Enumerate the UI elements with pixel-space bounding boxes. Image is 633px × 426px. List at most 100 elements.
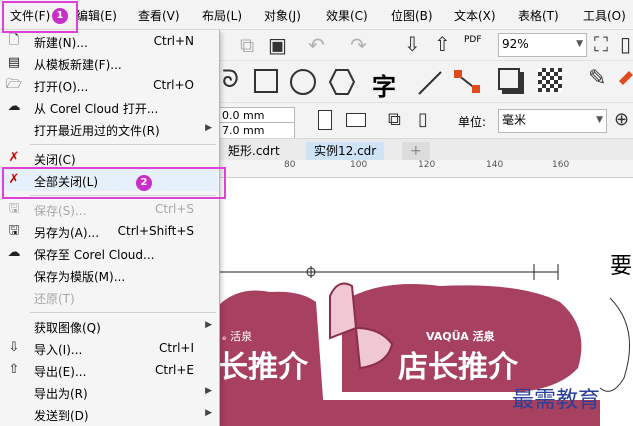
cloud-upload-icon: ☁ — [7, 245, 21, 260]
menu-item-label: 导出为(R) — [34, 387, 88, 401]
menu-item-shortcut: Ctrl+S — [154, 202, 194, 216]
submenu-arrow-icon: ▶ — [205, 386, 212, 396]
menu-item-label: 打开(O)... — [34, 80, 89, 94]
line-tool-icon[interactable] — [416, 69, 444, 97]
menu-object[interactable]: 对象(J) — [264, 7, 301, 24]
copy-icon[interactable]: ⧉ — [240, 35, 254, 55]
menu-item-label: 新建(N)... — [34, 36, 88, 50]
template-icon: ▤ — [7, 55, 21, 70]
menu-bar: 文件(F) 编辑(E) 查看(V) 布局(L) 对象(J) 效果(C) 位图(B… — [0, 0, 633, 30]
close-document-icon: ✗ — [8, 150, 20, 165]
menu-item-close[interactable]: ✗ 关闭(C) — [0, 147, 218, 169]
connector-tool-icon[interactable] — [452, 67, 482, 97]
menu-edit[interactable]: 编辑(E) — [76, 7, 117, 24]
menu-item-send-to[interactable]: 发送到(D) ▶ — [0, 403, 218, 425]
menu-item-import[interactable]: ⇩ 导入(I)... Ctrl+I — [0, 337, 218, 359]
menu-effects[interactable]: 效果(C) — [326, 7, 368, 24]
submenu-arrow-icon: ▶ — [205, 320, 212, 330]
callout-badge-1: 1 — [52, 8, 68, 24]
menu-item-shortcut: Ctrl+N — [153, 34, 194, 48]
menu-item-save[interactable]: 🖫 保存(S)... Ctrl+S — [0, 198, 218, 220]
menu-item-label: 从模板新建(F)... — [34, 58, 122, 72]
menu-item-shortcut: Ctrl+O — [153, 78, 194, 92]
menu-item-revert[interactable]: 还原(T) — [0, 286, 218, 308]
height-field[interactable]: 7.0 mm — [218, 122, 295, 139]
menu-item-label: 获取图像(Q) — [34, 321, 101, 335]
menu-item-save-as[interactable]: 🖫 另存为(A)... Ctrl+Shift+S — [0, 220, 218, 242]
menu-bitmaps[interactable]: 位图(B) — [391, 7, 433, 24]
cloud-download-icon: ☁ — [7, 99, 21, 114]
menu-item-save-cloud[interactable]: ☁ 保存至 Corel Cloud... — [0, 242, 218, 264]
menu-text[interactable]: 文本(X) — [454, 7, 496, 24]
menu-item-export-as[interactable]: 导出为(R) ▶ — [0, 381, 218, 403]
submenu-arrow-icon: ▶ — [205, 123, 212, 133]
menu-tools[interactable]: 工具(O) — [583, 7, 626, 24]
snap-icon[interactable]: ▯ — [620, 34, 631, 54]
chevron-down-icon: ▼ — [596, 115, 603, 125]
menu-item-label: 另存为(A)... — [34, 226, 100, 240]
submenu-arrow-icon: ▶ — [205, 408, 212, 418]
redo-icon[interactable]: ↷ — [350, 35, 367, 55]
menu-item-shortcut: Ctrl+I — [159, 341, 194, 355]
save-icon: 🖫 — [8, 201, 20, 216]
open-folder-icon: 🗁 — [5, 77, 23, 92]
watermark: 最需教育 — [512, 388, 601, 413]
zoom-select[interactable]: 92% ▼ — [498, 33, 587, 57]
ruler-tick: 140 — [486, 160, 504, 170]
chevron-down-icon: ▼ — [576, 39, 583, 49]
all-pages-icon[interactable]: ⧉ — [388, 110, 401, 130]
menu-item-open-recent[interactable]: 打开最近用过的文件(R) ▶ — [0, 118, 218, 140]
undo-icon[interactable]: ↶ — [308, 35, 325, 55]
text-tool-icon[interactable]: 字 — [372, 67, 396, 102]
menu-item-open-cloud[interactable]: ☁ 从 Corel Cloud 打开... — [0, 96, 218, 118]
menu-item-shortcut: Ctrl+Shift+S — [117, 224, 194, 238]
menu-item-save-as-template[interactable]: 保存为模版(M)... — [0, 264, 218, 286]
current-page-icon[interactable]: ▯ — [418, 110, 428, 130]
new-document-icon: 🗋 — [8, 33, 20, 48]
menu-item-export[interactable]: ⇧ 导出(E)... Ctrl+E — [0, 359, 218, 381]
landscape-icon[interactable] — [346, 113, 366, 127]
menu-layout[interactable]: 布局(L) — [202, 7, 242, 24]
menu-view[interactable]: 查看(V) — [138, 7, 180, 24]
nudge-icon[interactable]: ⊕ — [614, 110, 629, 130]
menu-table[interactable]: 表格(T) — [518, 7, 559, 24]
menu-item-label: 保存(S)... — [34, 204, 87, 218]
eyedropper-icon[interactable]: ✎ — [588, 68, 606, 90]
ruler-tick: 160 — [552, 160, 570, 170]
ellipse-tool-icon[interactable] — [290, 69, 316, 95]
drop-shadow-icon[interactable] — [498, 68, 520, 90]
menu-item-new-from-template[interactable]: ▤ 从模板新建(F)... — [0, 52, 218, 74]
import-icon[interactable]: ⇩ — [404, 34, 421, 54]
ruler-tick: 100 — [350, 160, 368, 170]
transparency-icon[interactable] — [538, 68, 562, 92]
portrait-icon[interactable] — [318, 110, 332, 130]
menu-separator — [30, 312, 216, 313]
headline-left: 长推介 — [218, 350, 308, 385]
polygon-tool-icon[interactable] — [328, 68, 356, 96]
zoom-value: 92% — [502, 37, 529, 51]
menu-item-label: 从 Corel Cloud 打开... — [34, 102, 159, 116]
freehand-icon[interactable]: ᘐ — [222, 67, 239, 91]
import-icon: ⇩ — [8, 340, 20, 355]
tab-rectangle-cdrt[interactable]: 矩形.cdrt — [220, 142, 288, 161]
export-icon[interactable]: ⇧ — [434, 34, 451, 54]
menu-item-label: 还原(T) — [34, 292, 75, 306]
callout-badge-2: 2 — [136, 175, 152, 191]
menu-item-acquire-image[interactable]: 获取图像(Q) ▶ — [0, 315, 218, 337]
units-select[interactable]: 毫米 ▼ — [498, 109, 607, 133]
callout-box-close-all — [2, 167, 226, 199]
add-tab-button[interactable]: + — [402, 142, 430, 161]
fill-tool-icon[interactable] — [617, 69, 633, 95]
menu-item-open[interactable]: 🗁 打开(O)... Ctrl+O — [0, 74, 218, 96]
rectangle-tool-icon[interactable] — [254, 69, 278, 93]
paste-icon[interactable]: ▣ — [268, 35, 287, 55]
menu-item-label: 导入(I)... — [34, 343, 83, 357]
headline-right: 店长推介 — [398, 350, 518, 385]
publish-pdf-icon[interactable]: PDF — [464, 36, 482, 45]
save-as-icon: 🖫 — [8, 223, 20, 238]
tab-example12-cdr[interactable]: 实例12.cdr — [306, 142, 385, 161]
menu-item-label: 关闭(C) — [34, 153, 76, 167]
full-screen-icon[interactable]: ⛶ — [594, 34, 608, 54]
menu-item-new[interactable]: 🗋 新建(N)... Ctrl+N — [0, 30, 218, 52]
ruler-tick: 120 — [418, 160, 436, 170]
